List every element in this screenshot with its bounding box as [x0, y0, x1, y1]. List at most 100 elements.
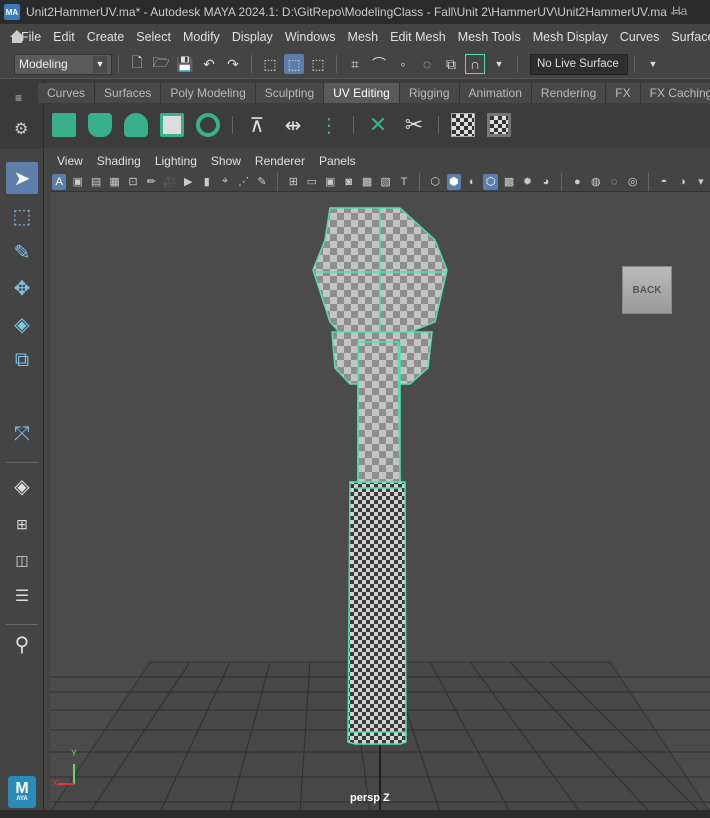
film-gate-icon[interactable]: ▭ — [305, 174, 319, 190]
live-surface-field[interactable]: No Live Surface — [530, 53, 628, 75]
snap-to-curve-icon[interactable]: ⌒ — [369, 54, 389, 74]
tab-sculpting[interactable]: Sculpting — [255, 83, 325, 103]
resolution-gate-icon[interactable]: ▣ — [323, 174, 337, 190]
last-used-tool-icon[interactable]: ⤧ — [6, 418, 38, 450]
search-icon[interactable]: ⚲ — [6, 628, 38, 660]
tab-rendering[interactable]: Rendering — [531, 83, 607, 103]
grid-icon[interactable]: ⊞ — [286, 174, 300, 190]
scale-tool-icon[interactable]: ⧉ — [6, 344, 38, 376]
tab-uv-editing[interactable]: UV Editing — [324, 83, 400, 103]
open-scene-icon[interactable]: 🗁 — [151, 54, 171, 74]
new-scene-icon[interactable]: 🗋 — [127, 54, 147, 74]
tab-surfaces[interactable]: Surfaces — [95, 83, 162, 103]
image-plane-icon[interactable]: ▦ — [107, 174, 121, 190]
safe-action-icon[interactable]: ▧ — [378, 174, 392, 190]
bookmark-icon[interactable]: ▮ — [200, 174, 214, 190]
chevron-down-icon[interactable]: ▼ — [643, 54, 663, 74]
cylindrical-mapping-icon[interactable] — [84, 109, 116, 141]
two-d-pan-zoom-icon[interactable]: ⊡ — [126, 174, 140, 190]
save-scene-icon[interactable]: 💾 — [175, 54, 195, 74]
spherical-mapping-icon[interactable] — [120, 109, 152, 141]
viewport-menu-show[interactable]: Show — [204, 154, 248, 168]
view-cube-back-face[interactable]: BACK — [622, 266, 672, 314]
field-chart-icon[interactable]: ▩ — [360, 174, 374, 190]
menu-edit-mesh[interactable]: Edit Mesh — [384, 30, 452, 44]
redo-icon[interactable]: ↷ — [223, 54, 243, 74]
shelf-menu-icon[interactable]: ≡ — [15, 91, 22, 105]
pencil-icon[interactable]: ✎ — [255, 174, 269, 190]
rotate-tool-icon[interactable]: ◈ — [6, 308, 38, 340]
mode-selector[interactable]: Modeling ▼ — [14, 53, 112, 75]
menu-curves[interactable]: Curves — [614, 30, 666, 44]
select-by-object-icon[interactable]: ⬚ — [284, 54, 304, 74]
menu-display[interactable]: Display — [226, 30, 279, 44]
make-live-icon[interactable]: ⧉ — [441, 54, 461, 74]
menu-mesh-tools[interactable]: Mesh Tools — [452, 30, 527, 44]
chevron-down-icon[interactable]: ▾ — [694, 174, 708, 190]
single-view-layout-icon[interactable]: ◈ — [6, 470, 38, 502]
depth-of-field-icon[interactable]: ◎ — [625, 174, 639, 190]
cut-uv-edges-icon[interactable]: ✂ — [398, 109, 430, 141]
shadows-icon[interactable]: ◕ — [539, 174, 553, 190]
menu-surfaces[interactable]: Surfaces — [665, 30, 710, 44]
viewport-menu-renderer[interactable]: Renderer — [248, 154, 312, 168]
select-camera-icon[interactable]: A — [52, 173, 67, 190]
automatic-mapping-icon[interactable] — [156, 109, 188, 141]
snap-to-view-plane-icon[interactable]: ◌ — [417, 54, 437, 74]
wireframe-icon[interactable]: ⬡ — [428, 174, 442, 190]
anti-aliasing-icon[interactable]: ◌ — [607, 174, 621, 190]
checker-map-icon[interactable] — [447, 109, 479, 141]
wireframe-on-shaded-icon[interactable]: ⬡ — [483, 173, 498, 190]
align-uvs-icon[interactable]: ⇹ — [277, 109, 309, 141]
screen-space-ao-icon[interactable]: ● — [570, 174, 584, 190]
bookmarks-icon[interactable]: ▤ — [89, 174, 103, 190]
grid-toggle-icon[interactable]: ⋰ — [236, 174, 250, 190]
paint-select-tool-icon[interactable]: ✎ — [6, 236, 38, 268]
snap-to-point-icon[interactable]: ◦ — [393, 54, 413, 74]
select-by-component-icon[interactable]: ⬚ — [308, 54, 328, 74]
chevron-down-icon[interactable]: ▼ — [489, 54, 509, 74]
menu-edit[interactable]: Edit — [47, 30, 81, 44]
default-material-icon[interactable]: ◐ — [465, 174, 479, 190]
textured-icon[interactable]: ▩ — [502, 174, 516, 190]
tab-animation[interactable]: Animation — [459, 83, 532, 103]
gate-mask-icon[interactable]: ◙ — [341, 174, 355, 190]
menu-windows[interactable]: Windows — [279, 30, 342, 44]
snap-to-grid-icon[interactable]: ⌗ — [345, 54, 365, 74]
viewport-menu-lighting[interactable]: Lighting — [148, 154, 204, 168]
select-by-hierarchy-icon[interactable]: ⬚ — [260, 54, 280, 74]
tab-fx-caching[interactable]: FX Caching — [640, 83, 710, 103]
four-view-layout-icon[interactable]: ⊞ — [6, 508, 38, 540]
sew-uv-edges-icon[interactable]: ✕ — [362, 109, 394, 141]
outliner-layout-icon[interactable]: ☰ — [6, 580, 38, 612]
planar-mapping-icon[interactable] — [48, 109, 80, 141]
xray-icon[interactable]: ◑ — [675, 174, 689, 190]
distribute-uvs-icon[interactable]: ⋮ — [313, 109, 345, 141]
undo-icon[interactable]: ↶ — [199, 54, 219, 74]
menu-create[interactable]: Create — [81, 30, 131, 44]
menu-select[interactable]: Select — [130, 30, 177, 44]
viewport-menu-view[interactable]: View — [50, 154, 90, 168]
grease-pencil-icon[interactable]: ✏ — [144, 174, 158, 190]
isolate-select-icon[interactable]: ◓ — [657, 174, 671, 190]
magnet-icon[interactable]: ∩ — [465, 54, 485, 74]
menu-mesh-display[interactable]: Mesh Display — [527, 30, 614, 44]
smooth-shade-icon[interactable]: ⬢ — [446, 173, 461, 190]
use-all-lights-icon[interactable]: ✹ — [520, 174, 534, 190]
motion-blur-icon[interactable]: ◍ — [589, 174, 603, 190]
safe-title-icon[interactable]: T — [397, 174, 411, 190]
menu-mesh[interactable]: Mesh — [342, 30, 385, 44]
camera-icon[interactable]: 🎥 — [163, 174, 177, 190]
camera-attributes-icon[interactable]: ▣ — [70, 174, 84, 190]
uv-shell-icon[interactable]: ⊼ — [241, 109, 273, 141]
move-tool-icon[interactable]: ✥ — [6, 272, 38, 304]
viewport-scene[interactable]: BACK Y X persp Z — [49, 192, 710, 813]
tab-poly-modeling[interactable]: Poly Modeling — [161, 83, 256, 103]
tab-rigging[interactable]: Rigging — [399, 83, 460, 103]
viewport-menu-shading[interactable]: Shading — [90, 154, 148, 168]
side-by-side-layout-icon[interactable]: ◫ — [6, 544, 38, 576]
gear-icon[interactable]: ⚙ — [14, 119, 28, 139]
uv-editor-icon[interactable] — [483, 109, 515, 141]
tab-curves[interactable]: Curves — [38, 83, 96, 103]
unfold-icon[interactable] — [192, 109, 224, 141]
